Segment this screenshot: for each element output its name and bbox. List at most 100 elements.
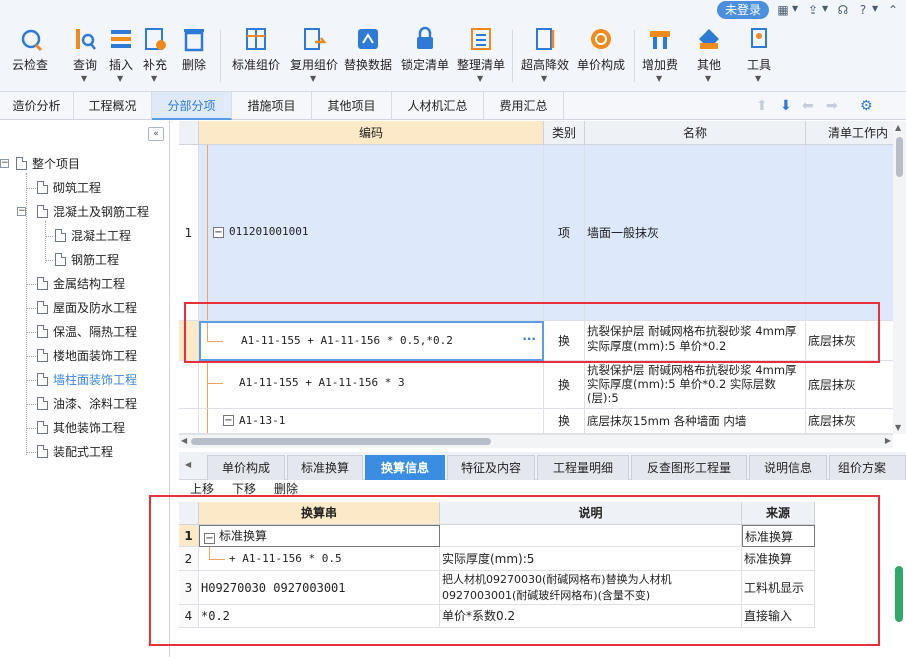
tree-line bbox=[207, 361, 208, 408]
chevron-down-icon[interactable]: ▼ bbox=[822, 4, 828, 13]
arrow-right-icon[interactable]: ➡ bbox=[826, 98, 838, 114]
delete-button[interactable]: 删除 bbox=[178, 24, 210, 88]
more-options-icon[interactable]: ··· bbox=[522, 332, 536, 346]
delete-row-button[interactable]: 删除 bbox=[274, 481, 298, 497]
collapse-row-icon[interactable]: − bbox=[204, 533, 215, 544]
tree-item-other-decoration[interactable]: 其他装饰工程 bbox=[37, 418, 125, 438]
collapse-row-icon[interactable]: − bbox=[213, 227, 224, 238]
conversion-string-cell[interactable]: H09270030 0927003001 bbox=[199, 571, 440, 605]
tree-item-wall-decoration[interactable]: 墙柱面装饰工程 bbox=[37, 370, 137, 390]
scroll-right-icon[interactable]: ▶ bbox=[885, 436, 891, 445]
query-button[interactable]: 查询 ▼ bbox=[66, 24, 104, 88]
tree-item-metal-structure[interactable]: 金属结构工程 bbox=[37, 274, 125, 294]
tab-reverse-lookup[interactable]: 反查图形工程量 bbox=[631, 455, 747, 480]
tab-unit-price[interactable]: 单价构成 bbox=[207, 455, 285, 480]
reuse-price-button[interactable]: 复用组价 ▼ bbox=[286, 24, 342, 88]
tree-item-concrete-rebar[interactable]: 混凝土及钢筋工程 bbox=[37, 202, 149, 222]
tab-pricing-scheme[interactable]: 组价方案 bbox=[829, 455, 906, 480]
tree-item-rebar[interactable]: 钢筋工程 bbox=[55, 250, 119, 270]
tree-item-insulation[interactable]: 保温、隔热工程 bbox=[37, 322, 137, 342]
floating-scroll-indicator[interactable] bbox=[895, 566, 903, 622]
upload-icon[interactable]: ⇪ bbox=[806, 3, 820, 17]
add-fee-button[interactable]: 增加费 ▼ bbox=[640, 24, 680, 88]
grid-horizontal-scrollbar[interactable]: ◀ ▶ bbox=[179, 434, 893, 448]
description-header[interactable]: 说明 bbox=[440, 502, 742, 525]
name-column-header[interactable]: 名称 bbox=[585, 121, 806, 145]
lock-list-button[interactable]: 锁定清单 bbox=[398, 24, 452, 88]
code-cell-editing[interactable]: A1-11-155 + A1-11-156 * 0.5,*0.2 ··· bbox=[199, 321, 544, 361]
tab-cost-analysis[interactable]: 造价分析 bbox=[0, 92, 74, 120]
standard-price-button[interactable]: 标准组价 bbox=[228, 24, 284, 88]
scroll-up-icon[interactable]: ▲ bbox=[895, 123, 901, 132]
row-number: 1 bbox=[179, 525, 199, 547]
tab-fee-summary[interactable]: 费用汇总 bbox=[484, 92, 564, 120]
scroll-left-icon[interactable]: ◀ bbox=[181, 436, 187, 445]
tree-item-masonry[interactable]: 砌筑工程 bbox=[37, 178, 101, 198]
document-icon bbox=[37, 325, 48, 338]
tree-item-concrete[interactable]: 混凝土工程 bbox=[55, 226, 131, 246]
collapse-root-icon[interactable]: − bbox=[0, 159, 9, 168]
arrow-down-icon[interactable]: ⬇ bbox=[780, 98, 792, 114]
help-icon[interactable]: ? bbox=[856, 3, 870, 17]
insert-button[interactable]: 插入 ▼ bbox=[106, 24, 136, 88]
tree-item-prefab[interactable]: 装配式工程 bbox=[37, 442, 113, 462]
tree-item-floor-decoration[interactable]: 楼地面装饰工程 bbox=[37, 346, 137, 366]
tab-quantity-detail[interactable]: 工程量明细 bbox=[537, 455, 629, 480]
conversion-string-header[interactable]: 换算串 bbox=[199, 502, 440, 525]
tree-item-roof-waterproof[interactable]: 屋面及防水工程 bbox=[37, 298, 137, 318]
tools-button[interactable]: 工具 ▼ bbox=[740, 24, 778, 88]
tab-measures[interactable]: 措施项目 bbox=[232, 92, 312, 120]
tab-itemized[interactable]: 分部分项 bbox=[152, 92, 232, 120]
login-button[interactable]: 未登录 bbox=[717, 1, 769, 19]
other-button[interactable]: 其他 ▼ bbox=[690, 24, 728, 88]
tab-conversion-info[interactable]: 换算信息 bbox=[365, 455, 445, 480]
column-settings-icon[interactable]: ⚙ bbox=[860, 98, 873, 114]
arrow-left-icon[interactable]: ⬅ bbox=[802, 98, 814, 114]
work-content-column-header[interactable]: 清单工作内 bbox=[806, 121, 894, 145]
replace-data-button[interactable]: 替换数据 bbox=[342, 24, 394, 88]
ribbon-separator bbox=[512, 30, 513, 82]
tree-item-paint[interactable]: 油漆、涂料工程 bbox=[37, 394, 137, 414]
scrollbar-thumb[interactable] bbox=[896, 137, 903, 177]
scrollbar-thumb[interactable] bbox=[191, 438, 491, 445]
collapse-panel-button[interactable]: « bbox=[148, 127, 164, 141]
tab-other-items[interactable]: 其他项目 bbox=[312, 92, 392, 120]
chevron-down-icon[interactable]: ▼ bbox=[872, 4, 878, 13]
super-high-button[interactable]: 超高降效 ▼ bbox=[518, 24, 572, 88]
unit-price-button[interactable]: 单价构成 bbox=[574, 24, 628, 88]
code-cell[interactable]: − A1-13-1 bbox=[199, 409, 544, 434]
tree-line bbox=[26, 332, 36, 333]
type-column-header[interactable]: 类别 bbox=[544, 121, 585, 145]
tab-notes[interactable]: 说明信息 bbox=[749, 455, 827, 480]
supplement-button[interactable]: 补充 ▼ bbox=[140, 24, 170, 88]
tab-features[interactable]: 特征及内容 bbox=[447, 455, 535, 480]
title-bar: 未登录 ▦ ▼ ⇪ ▼ ☊ ? ▼ ⌃ bbox=[0, 0, 906, 22]
tree-item-root[interactable]: 整个项目 bbox=[16, 154, 80, 174]
move-up-button[interactable]: 上移 bbox=[190, 481, 214, 497]
code-cell[interactable]: A1-11-155 + A1-11-156 * 3 bbox=[199, 361, 544, 409]
tab-project-overview[interactable]: 工程概况 bbox=[74, 92, 152, 120]
chevron-down-icon[interactable]: ▼ bbox=[792, 4, 798, 13]
tab-labor-material-summary[interactable]: 人材机汇总 bbox=[392, 92, 484, 120]
tabs-scroll-left-icon[interactable]: ◀ bbox=[185, 460, 191, 469]
conversion-string-cell[interactable]: + A1-11-156 * 0.5 bbox=[199, 547, 440, 571]
cloud-check-button[interactable]: 云检查 bbox=[4, 24, 56, 88]
scroll-down-icon[interactable]: ▼ bbox=[895, 423, 901, 432]
collapse-ribbon-icon[interactable]: ⌃ bbox=[886, 3, 900, 17]
code-cell[interactable]: − 011201001001 bbox=[199, 145, 544, 321]
move-down-button[interactable]: 下移 bbox=[232, 481, 256, 497]
headset-icon[interactable]: ☊ bbox=[836, 3, 850, 17]
tree-line bbox=[207, 323, 208, 341]
source-cell: 标准换算 bbox=[742, 525, 815, 547]
grid-view-icon[interactable]: ▦ bbox=[776, 3, 790, 17]
tab-standard-conversion[interactable]: 标准换算 bbox=[287, 455, 363, 480]
organize-list-button[interactable]: 整理清单 ▼ bbox=[454, 24, 508, 88]
grid-vertical-scrollbar[interactable]: ▲ ▼ bbox=[893, 121, 906, 434]
conversion-string-cell[interactable]: *0.2 bbox=[199, 605, 440, 628]
conversion-string-cell[interactable]: − 标准换算 bbox=[199, 525, 440, 547]
code-column-header[interactable]: 编码 bbox=[199, 121, 544, 145]
collapse-row-icon[interactable]: − bbox=[223, 415, 234, 426]
collapse-node-icon[interactable]: − bbox=[17, 207, 26, 216]
arrow-up-icon[interactable]: ⬆ bbox=[756, 98, 768, 114]
source-header[interactable]: 来源 bbox=[742, 502, 815, 525]
